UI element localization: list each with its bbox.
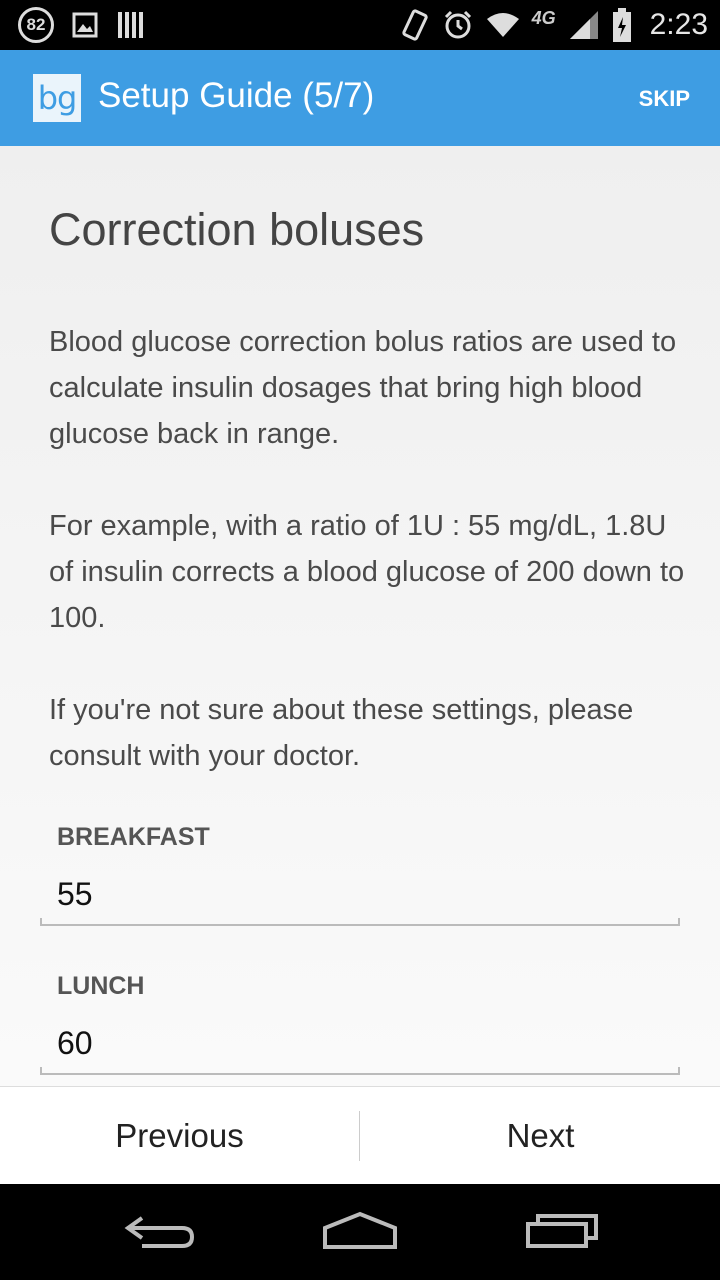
gallery-icon xyxy=(72,12,98,38)
status-bar: 82 4G 2:23 xyxy=(0,0,720,50)
page-title: Setup Guide (5/7) xyxy=(98,76,375,115)
app-bar: bg Setup Guide (5/7) SKIP xyxy=(0,50,720,146)
advice-paragraph: If you're not sure about these settings,… xyxy=(49,694,634,772)
example-paragraph: For example, with a ratio of 1U : 55 mg/… xyxy=(49,510,685,634)
lunch-label: LUNCH xyxy=(57,972,145,1000)
lunch-input-underline xyxy=(40,1067,680,1075)
clock: 2:23 xyxy=(649,8,708,41)
breakfast-label: BREAKFAST xyxy=(57,823,210,851)
network-type-label: 4G xyxy=(531,7,556,28)
button-divider xyxy=(359,1111,360,1161)
back-icon[interactable] xyxy=(122,1210,198,1250)
library-icon xyxy=(118,12,143,38)
vibrate-icon xyxy=(401,9,428,41)
home-icon[interactable] xyxy=(322,1210,398,1250)
breakfast-input-underline xyxy=(40,918,680,926)
previous-button[interactable]: Previous xyxy=(0,1087,359,1185)
intro-paragraph: Blood glucose correction bolus ratios ar… xyxy=(49,326,677,450)
battery-icon xyxy=(612,8,631,42)
section-heading: Correction boluses xyxy=(49,204,425,255)
system-icons: 4G 2:23 xyxy=(400,6,708,44)
alarm-icon xyxy=(444,10,471,39)
app-logo: bg xyxy=(33,74,81,122)
breakfast-ratio-input[interactable] xyxy=(40,868,680,920)
notification-count-badge: 82 xyxy=(18,7,54,43)
recents-icon[interactable] xyxy=(524,1210,600,1250)
lunch-ratio-input[interactable] xyxy=(40,1017,680,1069)
wifi-icon xyxy=(486,13,519,37)
notification-icons: 82 xyxy=(18,7,144,43)
next-button[interactable]: Next xyxy=(361,1087,720,1185)
setup-content[interactable]: Correction boluses Blood glucose correct… xyxy=(0,146,720,1086)
signal-icon xyxy=(569,11,598,39)
system-nav-bar xyxy=(0,1184,720,1280)
skip-button[interactable]: SKIP xyxy=(639,86,690,112)
wizard-nav-bar: Previous Next xyxy=(0,1086,720,1184)
